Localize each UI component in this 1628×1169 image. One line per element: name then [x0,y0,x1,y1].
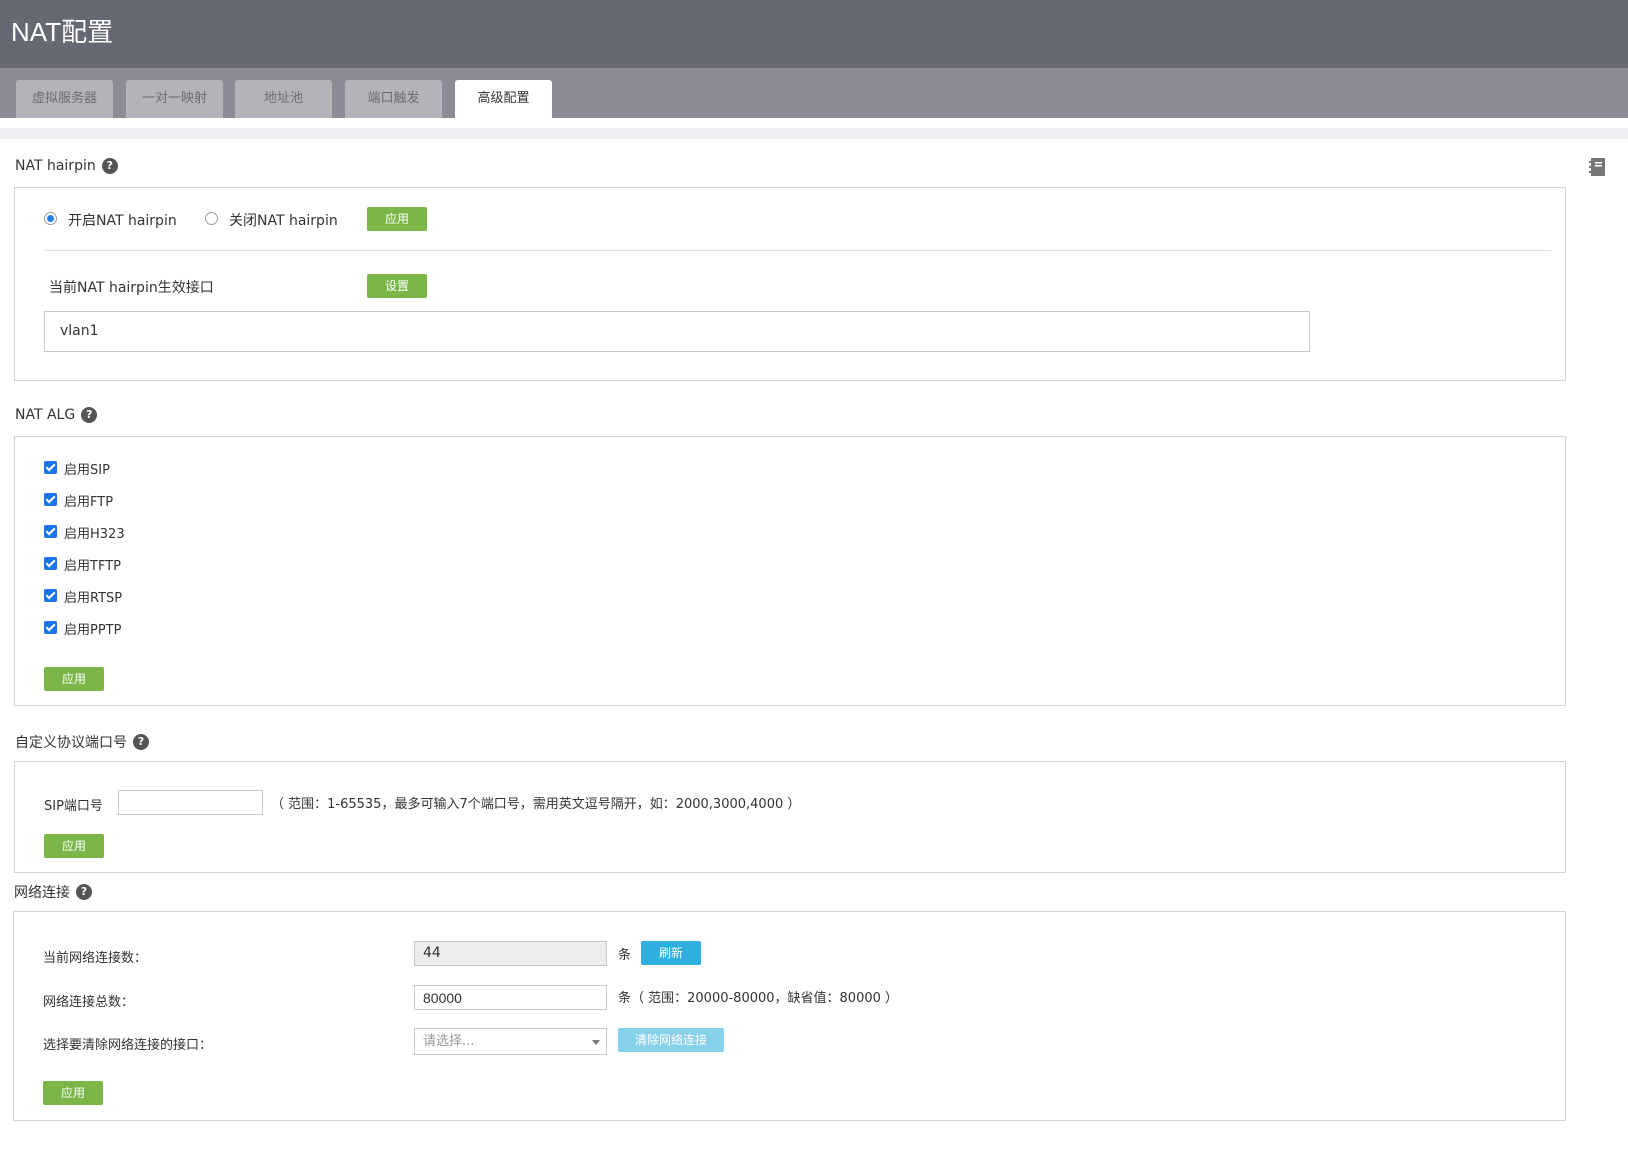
hairpin-title-text: NAT hairpin [15,158,96,174]
total-conn-hint: 条（ 范围：20000-80000，缺省值：80000 ） [618,991,899,1006]
alg-tftp-label: 启用TFTP [64,559,121,574]
current-conn-label: 当前网络连接数： [43,951,148,966]
hairpin-iface-label: 当前NAT hairpin生效接口 [49,280,214,296]
alg-sip-checkbox[interactable] [44,461,57,474]
hairpin-panel: 开启NAT hairpin 关闭NAT hairpin 应用 当前NAT hai… [14,187,1566,381]
alg-pptp-label: 启用PPTP [64,623,122,638]
hairpin-section-title: NAT hairpin ? [15,158,118,174]
custom-port-apply-button[interactable]: 应用 [44,834,104,858]
question-icon[interactable]: ? [76,884,92,900]
clear-iface-label: 选择要清除网络连接的接口： [43,1038,213,1053]
refresh-button[interactable]: 刷新 [641,941,701,965]
app-header: NAT配置 [0,0,1628,68]
tab-advanced[interactable]: 高级配置 [455,80,552,118]
tab-underline [0,118,1628,128]
question-icon[interactable]: ? [101,158,118,174]
hairpin-apply-button[interactable]: 应用 [367,207,427,231]
hairpin-on-radio[interactable] [44,212,57,225]
net-conn-panel: 当前网络连接数： 44 条 刷新 网络连接总数： 条（ 范围：20000-800… [13,911,1566,1121]
alg-ftp-label: 启用FTP [64,495,114,510]
clear-conn-button[interactable]: 清除网络连接 [618,1028,724,1052]
notebook-icon[interactable] [1588,157,1606,177]
sip-port-input[interactable] [118,790,263,815]
alg-panel: 启用SIP 启用FTP 启用H323 启用TFTP 启用RTSP 启用PPTP … [14,436,1566,706]
total-conn-input[interactable] [414,985,607,1010]
tab-address-pool[interactable]: 地址池 [235,80,332,118]
sip-port-label: SIP端口号 [44,799,103,814]
hairpin-divider [44,250,1551,251]
alg-apply-button[interactable]: 应用 [44,667,104,691]
separator-band [0,128,1628,139]
alg-sip-label: 启用SIP [64,463,110,478]
tab-virtual-server[interactable]: 虚拟服务器 [16,80,113,118]
chevron-down-icon [592,1040,600,1045]
tab-bar: 虚拟服务器 一对一映射 地址池 端口触发 高级配置 [0,68,1628,118]
current-conn-unit: 条 [618,948,632,963]
question-icon[interactable]: ? [133,734,149,750]
hairpin-set-button[interactable]: 设置 [367,274,427,298]
current-conn-value: 44 [414,941,607,966]
alg-rtsp-label: 启用RTSP [64,591,123,606]
sip-port-hint: （ 范围：1-65535，最多可输入7个端口号，需用英文逗号隔开，如：2000,… [271,797,801,812]
net-conn-title-text: 网络连接 [14,885,70,901]
custom-port-title-text: 自定义协议端口号 [15,735,127,751]
hairpin-off-label: 关闭NAT hairpin [229,213,338,229]
tab-one-to-one[interactable]: 一对一映射 [126,80,223,118]
alg-tftp-checkbox[interactable] [44,557,57,570]
custom-port-section-title: 自定义协议端口号 ? [15,732,149,752]
hairpin-iface-list: vlan1 [44,311,1310,352]
page-title: NAT配置 [11,17,114,47]
custom-port-panel: SIP端口号 （ 范围：1-65535，最多可输入7个端口号，需用英文逗号隔开，… [14,761,1566,873]
net-conn-section-title: 网络连接 ? [14,882,92,902]
alg-h323-label: 启用H323 [64,527,125,542]
hairpin-on-label: 开启NAT hairpin [68,213,177,229]
alg-h323-checkbox[interactable] [44,525,57,538]
alg-title-text: NAT ALG [15,407,76,423]
alg-rtsp-checkbox[interactable] [44,589,57,602]
clear-iface-select[interactable]: 请选择... [414,1028,607,1055]
alg-ftp-checkbox[interactable] [44,493,57,506]
total-conn-label: 网络连接总数： [43,995,135,1010]
tab-port-trigger[interactable]: 端口触发 [345,80,442,118]
alg-pptp-checkbox[interactable] [44,621,57,634]
clear-iface-placeholder: 请选择... [423,1034,475,1049]
net-conn-apply-button[interactable]: 应用 [43,1081,103,1105]
question-icon[interactable]: ? [81,407,98,423]
alg-section-title: NAT ALG ? [15,407,98,423]
hairpin-off-radio[interactable] [205,212,218,225]
